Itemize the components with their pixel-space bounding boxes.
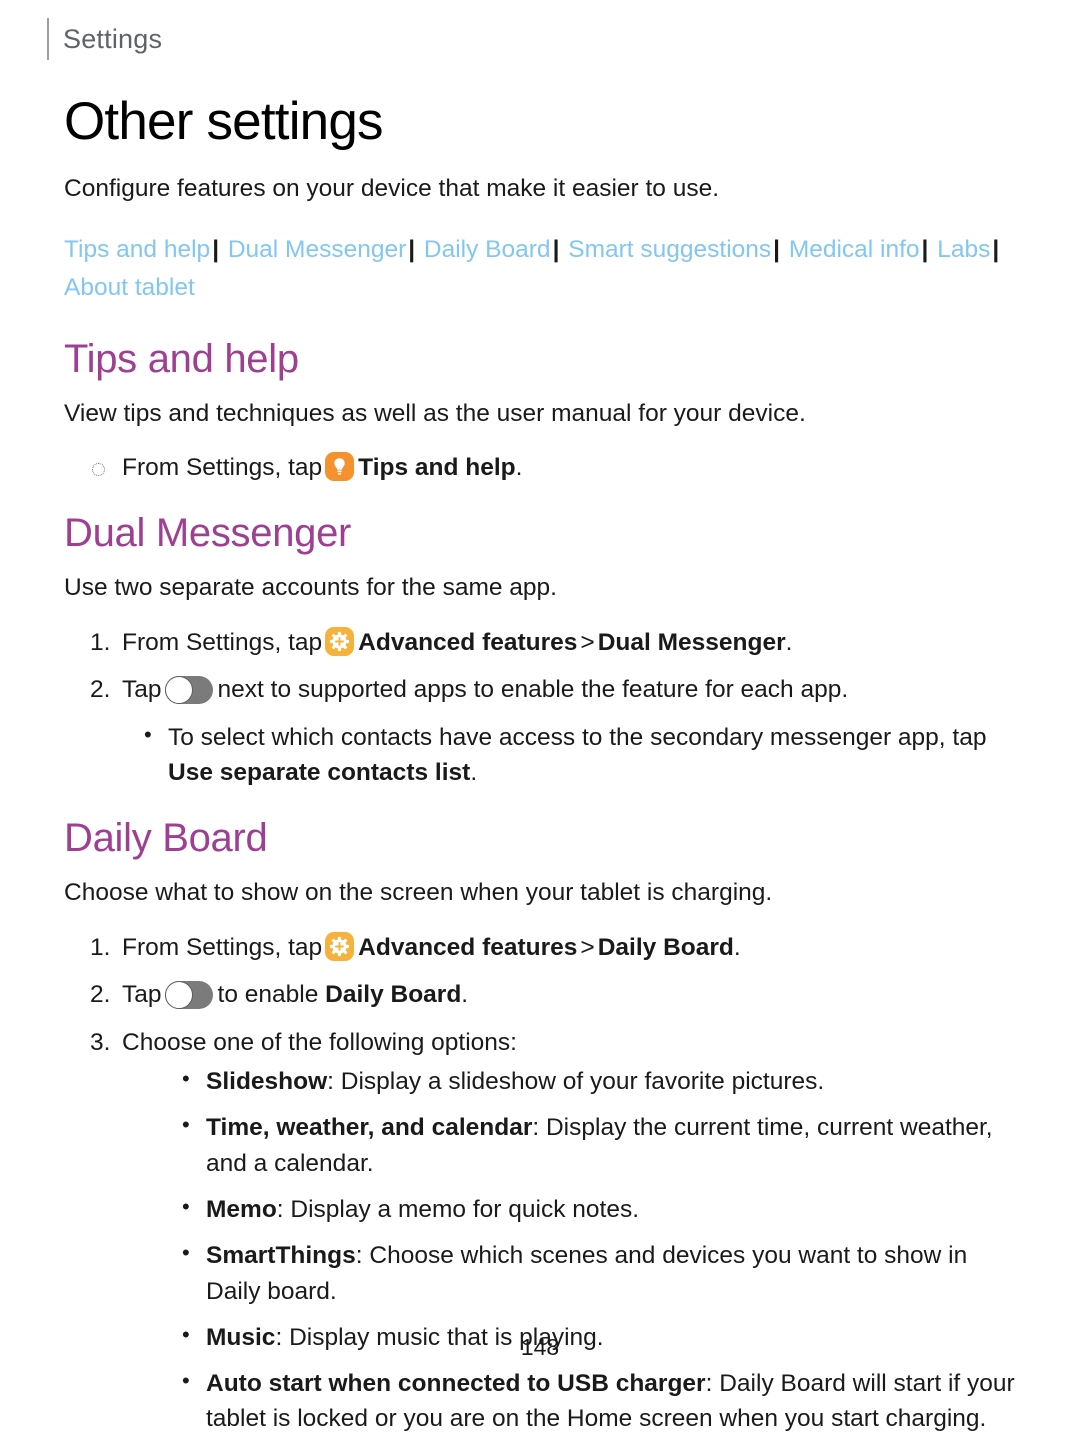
section-heading-daily-board: Daily Board [64,816,268,861]
page-intro-text: Configure features on your device that m… [64,174,720,202]
sub-bullets-dual-messenger: To select which contacts have access to … [64,719,1022,791]
option-separator: : [327,1068,334,1096]
gear-icon [325,626,355,656]
list-item: Memo: Display a memo for quick notes. [168,1191,1022,1227]
toggle-knob [164,676,193,705]
section-description-daily-board: Choose what to show on the screen when y… [64,879,773,907]
option-separator: : [532,1114,540,1142]
nav-separator: | [408,235,416,263]
list-item: Slideshow: Display a slideshow of your f… [168,1063,1022,1099]
step-text-bold: Daily Board [325,981,462,1009]
page-title: Other settings [64,92,384,151]
list-item: From Settings, tap Tips and help. [64,450,1022,486]
chevron-separator: > [580,628,595,656]
nav-link-dual-messenger[interactable]: Dual Messenger [228,236,406,263]
step-text-bold-b: Dual Messenger [597,628,786,656]
nav-link-about-tablet[interactable]: About tablet [64,274,195,301]
gear-icon [325,931,355,961]
step-text-bold-b: Daily Board [597,933,734,961]
bullet-text-pre: To select which contacts have access to … [168,723,987,751]
step-text-pre: Tap [122,981,162,1009]
list-item: Tap next to supported apps to enable the … [64,672,1022,708]
list-item: Time, weather, and calendar: Display the… [168,1109,1022,1181]
step-text-post: . [515,453,523,481]
toggle-switch-icon[interactable] [164,981,213,1010]
step-text-bold-a: Advanced features [358,933,578,961]
nav-link-labs[interactable]: Labs [937,236,990,263]
daily-board-options-list: Slideshow: Display a slideshow of your f… [122,1063,1022,1437]
step-text-bold-a: Advanced features [358,628,578,656]
step-text-bold: Tips and help [358,453,516,481]
nav-separator: | [992,235,1000,263]
list-item: From Settings, tap Advanced features > Dail… [64,930,1022,966]
step-text-pre: From Settings, tap [122,453,323,481]
steps-list-tips-and-help: From Settings, tap Tips and help. [64,450,1022,486]
section-heading-tips-and-help: Tips and help [64,336,299,381]
running-header: Settings [0,0,1080,60]
bullet-text-post: . [470,759,478,787]
document-page: Settings Other settings Configure featur… [0,0,1080,1432]
lightbulb-icon [325,451,355,481]
list-item: Choose one of the following options: Sli… [64,1025,1022,1437]
step-text-pre: From Settings, tap [122,933,323,961]
list-item: From Settings, tap Advanced features > Dual… [64,625,1022,661]
nav-link-smart-suggestions[interactable]: Smart suggestions [568,236,771,263]
nav-separator: | [552,235,560,263]
step-text-pre: Tap [122,676,162,704]
step-text-mid: to enable [217,981,319,1009]
step-text: Choose one of the following options: [122,1028,517,1056]
step-text-pre: From Settings, tap [122,628,323,656]
option-separator: : [705,1370,713,1398]
list-item: To select which contacts have access to … [130,719,1022,791]
toggle-switch-icon[interactable] [164,676,213,705]
option-separator: : [276,1196,284,1223]
toggle-knob [164,981,193,1010]
option-separator: : [355,1242,363,1270]
steps-list-dual-messenger: From Settings, tap Advanced features > Dual… [64,625,1022,708]
nav-separator: | [773,235,780,263]
list-item: SmartThings: Choose which scenes and dev… [168,1237,1022,1309]
option-label: Slideshow [206,1068,328,1096]
option-text: Display a memo for quick notes. [290,1196,640,1223]
list-item: Tap to enable Daily Board. [64,977,1022,1013]
bullet-text-bold: Use separate contacts list [168,759,471,787]
nav-link-daily-board[interactable]: Daily Board [424,236,551,263]
step-text-post: . [785,628,793,656]
section-description-dual-messenger: Use two separate accounts for the same a… [64,574,557,602]
nav-separator: | [212,235,220,263]
step-text-post: . [461,981,469,1009]
option-text: Display a slideshow of your favorite pic… [340,1068,825,1096]
option-label: Auto start when connected to USB charger [206,1370,706,1398]
page-number: 148 [520,1334,560,1360]
list-item: Auto start when connected to USB charger… [168,1365,1022,1437]
section-nav-links: Tips and help| Dual Messenger| Daily Boa… [64,231,1004,307]
page-content: Other settings Configure features on you… [0,60,1080,1437]
nav-link-tips-and-help[interactable]: Tips and help [64,236,210,263]
step-text-post: . [733,933,741,961]
nav-separator: | [921,235,929,263]
option-label: Memo [206,1196,277,1223]
section-heading-dual-messenger: Dual Messenger [64,511,352,556]
running-header-title: Settings [63,23,163,54]
section-description-tips-and-help: View tips and techniques as well as the … [64,399,806,427]
nav-link-medical-info[interactable]: Medical info [789,236,920,263]
header-divider-rule [47,18,49,60]
option-label: SmartThings [206,1242,356,1270]
chevron-separator: > [580,933,595,961]
step-text-post: next to supported apps to enable the fea… [217,676,849,704]
option-label: Time, weather, and calendar [206,1114,533,1142]
